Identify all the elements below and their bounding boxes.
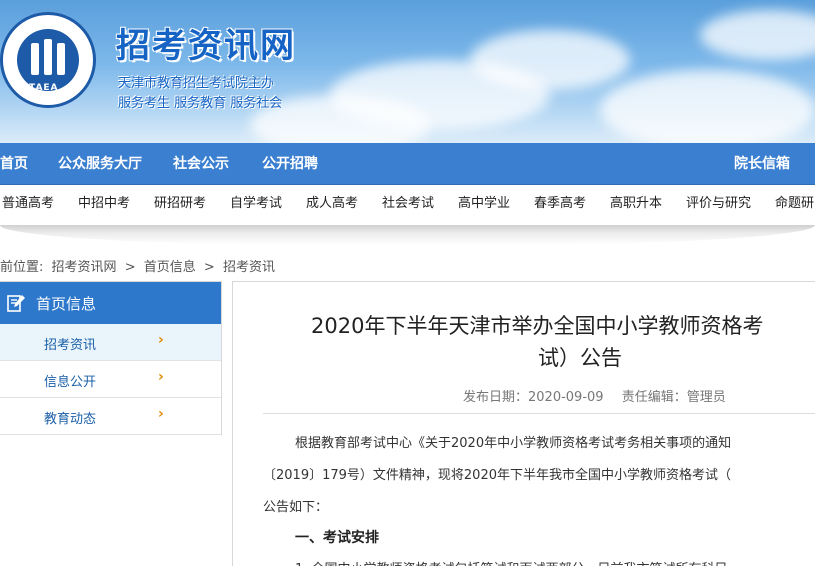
sidebar-item-label: 招考资讯 <box>44 338 97 353</box>
nav-item-public-service[interactable]: 公众服务大厅 <box>58 143 142 185</box>
breadcrumb-link-home[interactable]: 招考资讯网 <box>52 260 117 275</box>
divider <box>263 413 815 414</box>
sidebar-title: 首页信息 <box>36 295 97 313</box>
nav-item-recruitment[interactable]: 公开招聘 <box>262 143 318 185</box>
article-meta: 发布日期：2020-09-09 责任编辑：管理员 <box>463 386 740 405</box>
site-subtitle-organizer: 天津市教育招生考试院主办 <box>118 76 275 91</box>
logo-text: TAEA <box>29 83 59 93</box>
breadcrumb-prefix: 前位置: <box>0 260 44 275</box>
subnav-item-self-study[interactable]: 自学考试 <box>230 185 282 225</box>
logo-emblem-icon <box>17 29 79 91</box>
nav-item-public-notice[interactable]: 社会公示 <box>173 143 229 185</box>
article-title-line-1: 2020年下半年天津市举办全国中小学教师资格考 <box>311 314 764 338</box>
article-paragraph: 公告如下： <box>263 500 329 515</box>
sidebar-header: 首页信息 <box>0 282 221 324</box>
breadcrumb-link-homepage-info[interactable]: 首页信息 <box>144 260 196 275</box>
subnav-item-gaokao[interactable]: 普通高考 <box>2 185 54 225</box>
article-paragraph: 根据教育部考试中心《关于2020年中小学教师资格考试考务相关事项的通知 <box>295 436 732 451</box>
editor: 责任编辑：管理员 <box>621 390 726 405</box>
nav-item-home[interactable]: 首页 <box>0 143 28 185</box>
breadcrumb: 前位置: 招考资讯网 > 首页信息 > 招考资讯 <box>0 256 279 276</box>
section-heading: 一、考试安排 <box>295 530 379 546</box>
subnav-item-high-school[interactable]: 高中学业 <box>458 185 510 225</box>
subnav-item-adult[interactable]: 成人高考 <box>306 185 358 225</box>
breadcrumb-separator: > <box>203 260 215 275</box>
article-paragraph: 1. 全国中小学教师资格考试包括笔试和面试两部分，目前我市笔试所有科目 <box>295 558 728 566</box>
main-nav: 首页 公众服务大厅 社会公示 公开招聘 院长信箱 <box>0 143 815 185</box>
subnav-item-upgrade[interactable]: 高职升本 <box>610 185 662 225</box>
chevron-right-icon: › <box>158 369 164 385</box>
breadcrumb-separator: > <box>124 260 136 275</box>
site-slogan: 服务考生 服务教育 服务社会 <box>118 96 283 111</box>
site-title[interactable]: 招考资讯网 <box>116 18 296 67</box>
sidebar-item-info-disclosure[interactable]: 信息公开 › <box>0 361 221 398</box>
sidebar-item-label: 教育动态 <box>44 412 97 427</box>
sidebar-item-education-news[interactable]: 教育动态 › <box>0 398 221 435</box>
subnav-item-evaluation[interactable]: 评价与研究 <box>686 185 751 225</box>
publish-date: 发布日期：2020-09-09 <box>463 390 604 405</box>
header-banner: TAEA 招考资讯网 天津市教育招生考试院主办 服务考生 服务教育 服务社会 <box>0 0 815 143</box>
subnav-item-graduate[interactable]: 研招研考 <box>154 185 206 225</box>
subnav-item-zhongkao[interactable]: 中招中考 <box>78 185 130 225</box>
subnav-item-social-exam[interactable]: 社会考试 <box>382 185 434 225</box>
nav-shadow <box>0 225 815 245</box>
edit-book-icon <box>7 295 25 312</box>
article-panel: 2020年下半年天津市举办全国中小学教师资格考 试）公告 发布日期：2020-0… <box>232 281 815 566</box>
article-title-line-2: 试）公告 <box>538 346 622 370</box>
nav-item-president-mailbox[interactable]: 院长信箱 <box>734 143 790 185</box>
subnav-item-proposition[interactable]: 命题研 <box>775 185 814 225</box>
sidebar-item-admissions-news[interactable]: 招考资讯 › <box>0 324 221 361</box>
logo[interactable]: TAEA <box>0 12 96 108</box>
article-paragraph: 〔2019〕179号）文件精神，现将2020年下半年我市全国中小学教师资格考试（ <box>263 468 731 483</box>
breadcrumb-current[interactable]: 招考资讯 <box>223 260 275 275</box>
subnav-item-spring[interactable]: 春季高考 <box>534 185 586 225</box>
chevron-right-icon: › <box>158 406 164 422</box>
sidebar-item-label: 信息公开 <box>44 375 97 390</box>
chevron-right-icon: › <box>158 332 164 348</box>
sidebar: 首页信息 招考资讯 › 信息公开 › 教育动态 › <box>0 281 222 435</box>
sub-nav: 普通高考 中招中考 研招研考 自学考试 成人高考 社会考试 高中学业 春季高考 … <box>0 185 815 225</box>
